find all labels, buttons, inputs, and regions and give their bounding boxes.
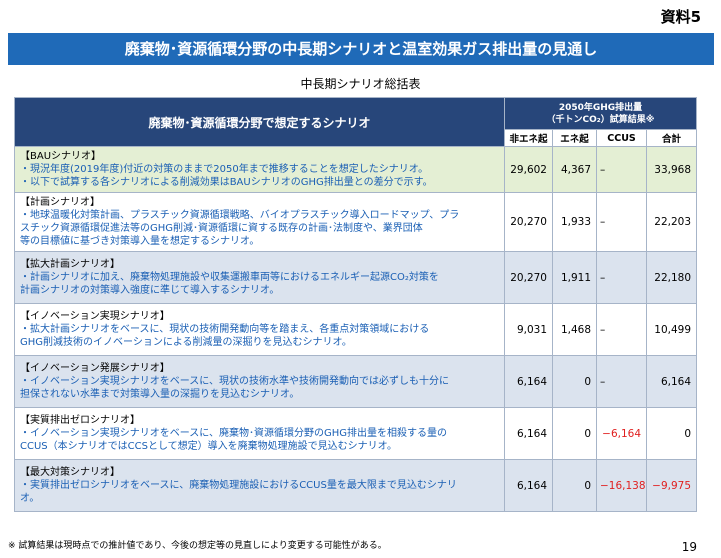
scenario-description: ・拡大計画シナリオをベースに、現状の技術開発動向等を踏まえ、各重点対策領域におけ…	[20, 324, 430, 335]
scenario-description: ・イノベーション実現シナリオをベースに、現状の技術水準や技術開発動向では必ずしも…	[20, 376, 449, 387]
emissions-header-line1: 2050年GHG排出量	[558, 102, 643, 113]
non-energy-value: 6,164	[504, 407, 553, 460]
scenario-name: 【実質排出ゼロシナリオ】	[20, 415, 140, 426]
table-row: 【実質排出ゼロシナリオ】 ・イノベーション実現シナリオをベースに、廃棄物･資源循…	[14, 407, 698, 460]
table-row: 【拡大計画シナリオ】 ・計画シナリオに加え、廃棄物処理施設や収集運搬車両等におけ…	[14, 251, 698, 304]
total-value: 0	[645, 407, 698, 460]
emissions-group-header: 2050年GHG排出量 （千トンCO₂）試算結果※	[503, 97, 698, 130]
scenario-name: 【イノベーション実現シナリオ】	[20, 311, 170, 322]
scenario-cell: 【計画シナリオ】 ・地球温暖化対策計画、プラスチック資源循環戦略、バイオプラスチ…	[14, 192, 505, 252]
energy-value: 1,933	[552, 192, 597, 252]
scenario-description: ・イノベーション実現シナリオをベースに、廃棄物･資源循環分野のGHG排出量を相殺…	[20, 428, 448, 439]
energy-value: 1,911	[552, 251, 597, 304]
energy-value: 0	[552, 459, 597, 512]
scenario-cell: 【実質排出ゼロシナリオ】 ・イノベーション実現シナリオをベースに、廃棄物･資源循…	[14, 407, 505, 460]
scenario-name: 【計画シナリオ】	[20, 197, 100, 208]
scenario-summary-table: 廃棄物･資源循環分野で想定するシナリオ 2050年GHG排出量 （千トンCO₂）…	[14, 97, 698, 512]
scenario-description: CCUS（本シナリオではCCSとして想定）導入を廃棄物処理施設で見込むシナリオ。	[20, 441, 398, 452]
scenario-name: 【BAUシナリオ】	[20, 151, 102, 162]
scenario-description: 担保されない水準まで対策導入量の深掘りを見込むシナリオ。	[20, 389, 300, 400]
scenario-column-header: 廃棄物･資源循環分野で想定するシナリオ	[14, 97, 505, 147]
non-energy-value: 9,031	[504, 303, 553, 356]
non-energy-value: 6,164	[504, 355, 553, 408]
column-header-non-energy: 非エネ起	[504, 129, 553, 147]
ccus-value: –	[596, 355, 647, 408]
energy-value: 1,468	[552, 303, 597, 356]
page-title: 廃棄物･資源循環分野の中長期シナリオと温室効果ガス排出量の見通し	[8, 33, 714, 65]
scenario-cell: 【最大対策シナリオ】 ・実質排出ゼロシナリオをベースに、廃棄物処理施設におけるC…	[14, 459, 505, 512]
scenario-name: 【拡大計画シナリオ】	[20, 259, 120, 270]
total-value: 22,180	[645, 251, 698, 304]
scenario-description: ・地球温暖化対策計画、プラスチック資源循環戦略、バイオプラスチック導入ロードマッ…	[20, 210, 460, 221]
energy-value: 0	[552, 407, 597, 460]
scenario-description: ・現況年度(2019年度)付近の対策のままで2050年まで推移することを想定した…	[20, 164, 429, 175]
energy-value: 4,367	[552, 146, 597, 193]
total-value: 10,499	[645, 303, 698, 356]
ccus-value: −16,138	[596, 459, 647, 512]
table-row: 【イノベーション実現シナリオ】 ・拡大計画シナリオをベースに、現状の技術開発動向…	[14, 303, 698, 356]
ccus-value: −6,164	[596, 407, 647, 460]
scenario-cell: 【イノベーション実現シナリオ】 ・拡大計画シナリオをベースに、現状の技術開発動向…	[14, 303, 505, 356]
document-label: 資料5	[660, 8, 701, 26]
total-value: −9,975	[645, 459, 698, 512]
table-title: 中長期シナリオ総括表	[300, 77, 421, 91]
non-energy-value: 6,164	[504, 459, 553, 512]
total-value: 33,968	[645, 146, 698, 193]
column-header-total: 合計	[645, 129, 698, 147]
column-header-energy: エネ起	[552, 129, 597, 147]
scenario-description: ・以下で試算する各シナリオによる削減効果はBAUシナリオのGHG排出量との差分で…	[20, 177, 433, 188]
emissions-header-line2: （千トンCO₂）試算結果※	[546, 114, 655, 125]
non-energy-value: 20,270	[504, 251, 553, 304]
scenario-description: ・実質排出ゼロシナリオをベースに、廃棄物処理施設におけるCCUS量を最大限まで見…	[20, 480, 457, 491]
scenario-description: GHG削減技術のイノベーションによる削減量の深掘りを見込むシナリオ。	[20, 337, 352, 348]
ccus-value: –	[596, 251, 647, 304]
scenario-cell: 【BAUシナリオ】 ・現況年度(2019年度)付近の対策のままで2050年まで推…	[14, 146, 505, 193]
total-value: 22,203	[645, 192, 698, 252]
scenario-description: ・計画シナリオに加え、廃棄物処理施設や収集運搬車両等におけるエネルギー起源CO₂…	[20, 272, 439, 283]
non-energy-value: 20,270	[504, 192, 553, 252]
scenario-name: 【最大対策シナリオ】	[20, 467, 120, 478]
scenario-cell: 【イノベーション発展シナリオ】 ・イノベーション実現シナリオをベースに、現状の技…	[14, 355, 505, 408]
ccus-value: –	[596, 192, 647, 252]
table-row: 【BAUシナリオ】 ・現況年度(2019年度)付近の対策のままで2050年まで推…	[14, 146, 698, 193]
table-row: 【最大対策シナリオ】 ・実質排出ゼロシナリオをベースに、廃棄物処理施設におけるC…	[14, 459, 698, 512]
scenario-name: 【イノベーション発展シナリオ】	[20, 363, 170, 374]
ccus-value: –	[596, 146, 647, 193]
ccus-value: –	[596, 303, 647, 356]
scenario-description: 計画シナリオの対策導入強度に準じて導入するシナリオ。	[20, 285, 280, 296]
total-value: 6,164	[645, 355, 698, 408]
scenario-cell: 【拡大計画シナリオ】 ・計画シナリオに加え、廃棄物処理施設や収集運搬車両等におけ…	[14, 251, 505, 304]
column-header-ccus: CCUS	[596, 129, 647, 147]
energy-value: 0	[552, 355, 597, 408]
scenario-description: スチック資源循環促進法等のGHG削減･資源循環に資する既存の計画･法制度や、業界…	[20, 223, 423, 234]
non-energy-value: 29,602	[504, 146, 553, 193]
scenario-description: オ。	[20, 493, 40, 504]
footnote: ※ 試算結果は現時点での推計値であり、今後の想定等の見直しにより変更する可能性が…	[8, 541, 387, 551]
table-row: 【計画シナリオ】 ・地球温暖化対策計画、プラスチック資源循環戦略、バイオプラスチ…	[14, 192, 698, 252]
table-row: 【イノベーション発展シナリオ】 ・イノベーション実現シナリオをベースに、現状の技…	[14, 355, 698, 408]
page-number: 19	[681, 540, 697, 554]
scenario-description: 等の目標値に基づき対策導入量を想定するシナリオ。	[20, 236, 260, 247]
